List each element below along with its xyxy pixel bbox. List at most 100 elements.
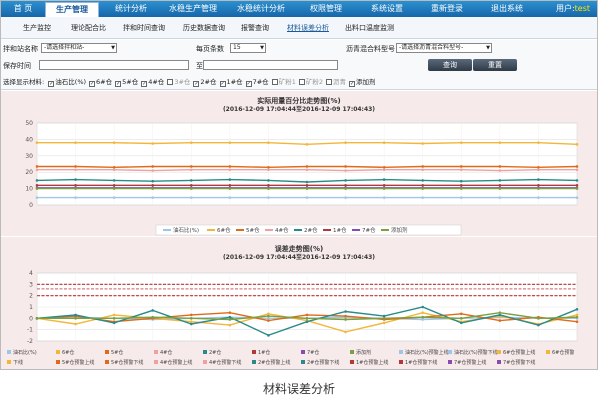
subnav-item[interactable]: 材料误差分析 [287,17,329,39]
material-checkbox[interactable]: ✓ 添加剂 [348,76,375,87]
y-tick-label: 2 [29,293,33,300]
save-time-end-input[interactable] [203,60,338,70]
mix-select[interactable]: -请选择沥青混合料型号- ▼ [396,43,492,53]
legend-swatch [7,350,11,354]
save-time-label: 保存时间 [3,62,31,70]
data-point [421,187,425,190]
legend-label: 油石比(%) [13,349,37,356]
data-point [421,142,425,145]
data-point [382,314,386,318]
chart-subtitle: (2016-12-09 17:04:44至2016-12-09 17:04:43… [223,105,375,113]
checkbox-box [325,79,332,85]
legend-label: 5#仓 [111,349,123,356]
station-select[interactable]: -请选择拌和站- ▼ [41,43,117,53]
data-point [189,165,193,168]
material-checkbox[interactable]: 矿粉1 [271,76,296,86]
data-point [151,315,155,319]
data-point [421,196,425,199]
data-point [74,317,77,320]
user-info: 用户:test [549,1,597,17]
save-time-start-input[interactable] [39,60,189,70]
subnav-item[interactable]: 报警查询 [241,17,269,39]
legend-label: 2#仓预警上线 [258,359,290,366]
data-point [498,313,502,317]
y-tick-label: 20 [25,169,33,176]
data-point [228,165,232,168]
data-point [35,168,39,172]
y-tick-label: 50 [25,120,33,127]
subnav-item[interactable]: 生产监控 [23,17,51,39]
nav-item[interactable]: 水稳统计分析 [227,1,295,17]
subnav-item[interactable]: 拌和时间查询 [123,17,165,39]
material-checkbox[interactable]: ✓ 7#仓 [245,76,269,87]
material-checkbox[interactable]: ✓ 4#仓 [141,76,164,87]
query-button[interactable]: 查询 [428,59,472,71]
data-point [112,184,116,187]
data-point [305,320,309,324]
nav-item[interactable]: 水稳生产管理 [161,1,225,17]
material-checkbox[interactable]: ✓ 1#仓 [219,76,243,87]
nav-item[interactable]: 退出系统 [479,1,535,17]
data-point [382,196,386,199]
y-tick-label: 30 [25,153,33,160]
per-page-select[interactable]: 15 ▼ [230,43,266,53]
legend-swatch [154,360,158,364]
material-checkbox[interactable]: 3#仓 [167,76,190,86]
material-checklist: 选择显示材料: ✓ 油石比(%) ✓ 6#仓 ✓ 5#仓 ✓ 4#仓 3#仓 ✓ 2#仓 ✓ 1#仓 ✓ 7… [3,76,378,87]
chevron-down-icon: ▼ [111,45,115,51]
material-checkbox[interactable]: 矿粉2 [298,76,323,86]
data-point [267,196,270,199]
nav-item[interactable]: 权限管理 [297,1,355,17]
data-point [267,168,270,172]
data-point [575,307,579,311]
y-tick-label: 4 [29,270,33,277]
data-point [344,330,347,334]
data-point [382,184,386,187]
data-point [382,141,386,144]
data-point [344,184,347,187]
legend-swatch [203,350,207,354]
reset-button[interactable]: 重置 [473,59,517,71]
data-point [151,196,155,199]
legend-label: 2#仓预警下线 [307,359,339,366]
chart-title: 误差走势图(%) [275,244,323,253]
subnav-item[interactable]: 理论配合比 [71,17,106,39]
legend-label: 6#仓预警 [552,349,574,356]
data-point [537,187,540,190]
nav-item[interactable]: 重新登录 [419,1,475,17]
data-point [189,313,193,317]
data-point [228,315,232,319]
nav-item[interactable]: 首 页 [3,1,43,17]
chevron-down-icon: ▼ [486,45,490,51]
legend-label: 5#仓预警上线 [62,359,94,366]
material-name: 7#仓 [252,78,269,86]
data-point [575,315,579,319]
data-point [498,311,502,314]
data-point [382,321,386,325]
legend-swatch [252,350,256,354]
data-point [537,196,540,199]
per-page-label: 每页条数 [196,45,224,53]
material-name: 3#仓 [174,78,191,86]
nav-item[interactable]: 生产管理 [45,2,99,17]
nav-item[interactable]: 系统设置 [359,1,415,17]
material-name: 4#仓 [148,78,165,86]
data-point [189,320,193,324]
mix-select-value: -请选择沥青混合料型号- [399,44,464,51]
data-point [575,187,579,190]
material-checkbox[interactable]: ✓ 油石比(%) [48,76,86,87]
data-point [74,187,77,190]
subnav-item[interactable]: 历史数据查询 [183,17,225,39]
material-checkbox[interactable]: ✓ 6#仓 [89,76,112,87]
checkbox-box: ✓ [48,81,55,87]
nav-item[interactable]: 统计分析 [103,1,159,17]
data-point [382,187,386,190]
data-point [421,165,425,168]
material-checkbox[interactable]: ✓ 5#仓 [115,76,138,87]
subnav-item[interactable]: 出料口温度监测 [345,17,394,39]
material-name: 沥青 [332,78,346,86]
material-checkbox[interactable]: 沥青 [325,76,346,86]
data-point [459,165,463,168]
data-point [305,180,309,184]
material-checkbox[interactable]: ✓ 2#仓 [193,76,217,87]
